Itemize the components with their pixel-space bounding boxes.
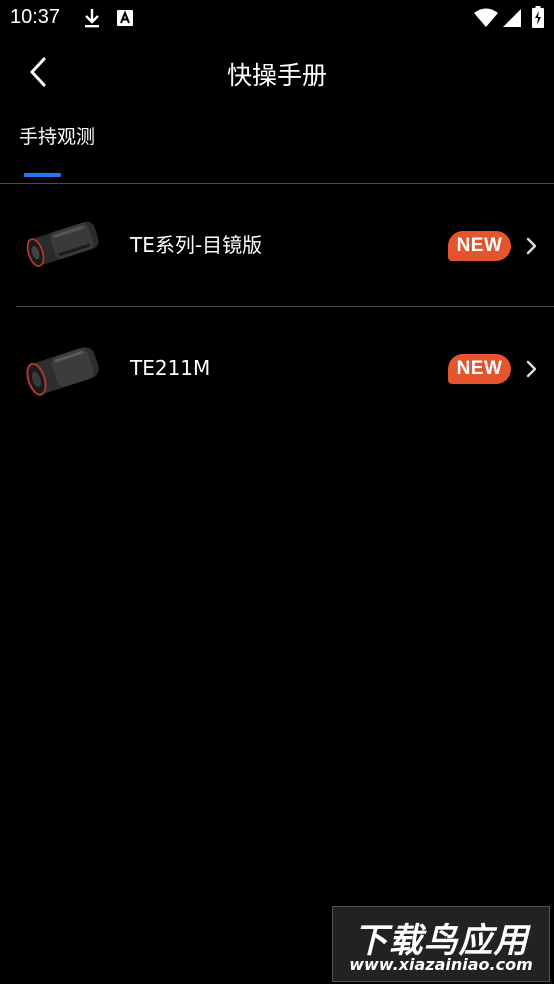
- tab-label: 手持观测: [19, 126, 96, 148]
- page-title: 快操手册: [226, 61, 327, 90]
- chevron-right-icon: [524, 236, 540, 256]
- thermal-monocular-image: [22, 337, 108, 403]
- list-item[interactable]: TE211M NEW: [0, 307, 554, 429]
- wifi-icon: [474, 8, 498, 32]
- product-name: TE系列-目镜版: [130, 233, 263, 257]
- tab-bar: 手持观测: [0, 124, 554, 184]
- signal-icon: [503, 8, 521, 32]
- font-a-icon: [116, 9, 134, 31]
- watermark-url: www.xiazainiao.com: [349, 955, 533, 974]
- new-badge: NEW: [448, 354, 511, 384]
- app-bar: 快操手册: [0, 38, 554, 110]
- download-icon: [82, 7, 102, 33]
- tab-indicator: [24, 173, 61, 177]
- status-time: 10:37: [10, 6, 61, 28]
- status-bar: 10:37: [0, 0, 554, 38]
- product-name: TE211M: [130, 356, 211, 380]
- new-badge: NEW: [448, 231, 511, 261]
- watermark-logo: 下载鸟应用 www.xiazainiao.com: [332, 906, 550, 982]
- battery-charging-icon: [532, 6, 544, 32]
- list-item[interactable]: TE系列-目镜版 NEW: [0, 184, 554, 306]
- thermal-monocular-image: [22, 210, 108, 276]
- tab-handheld-observation[interactable]: 手持观测: [19, 124, 95, 180]
- chevron-right-icon: [524, 359, 540, 379]
